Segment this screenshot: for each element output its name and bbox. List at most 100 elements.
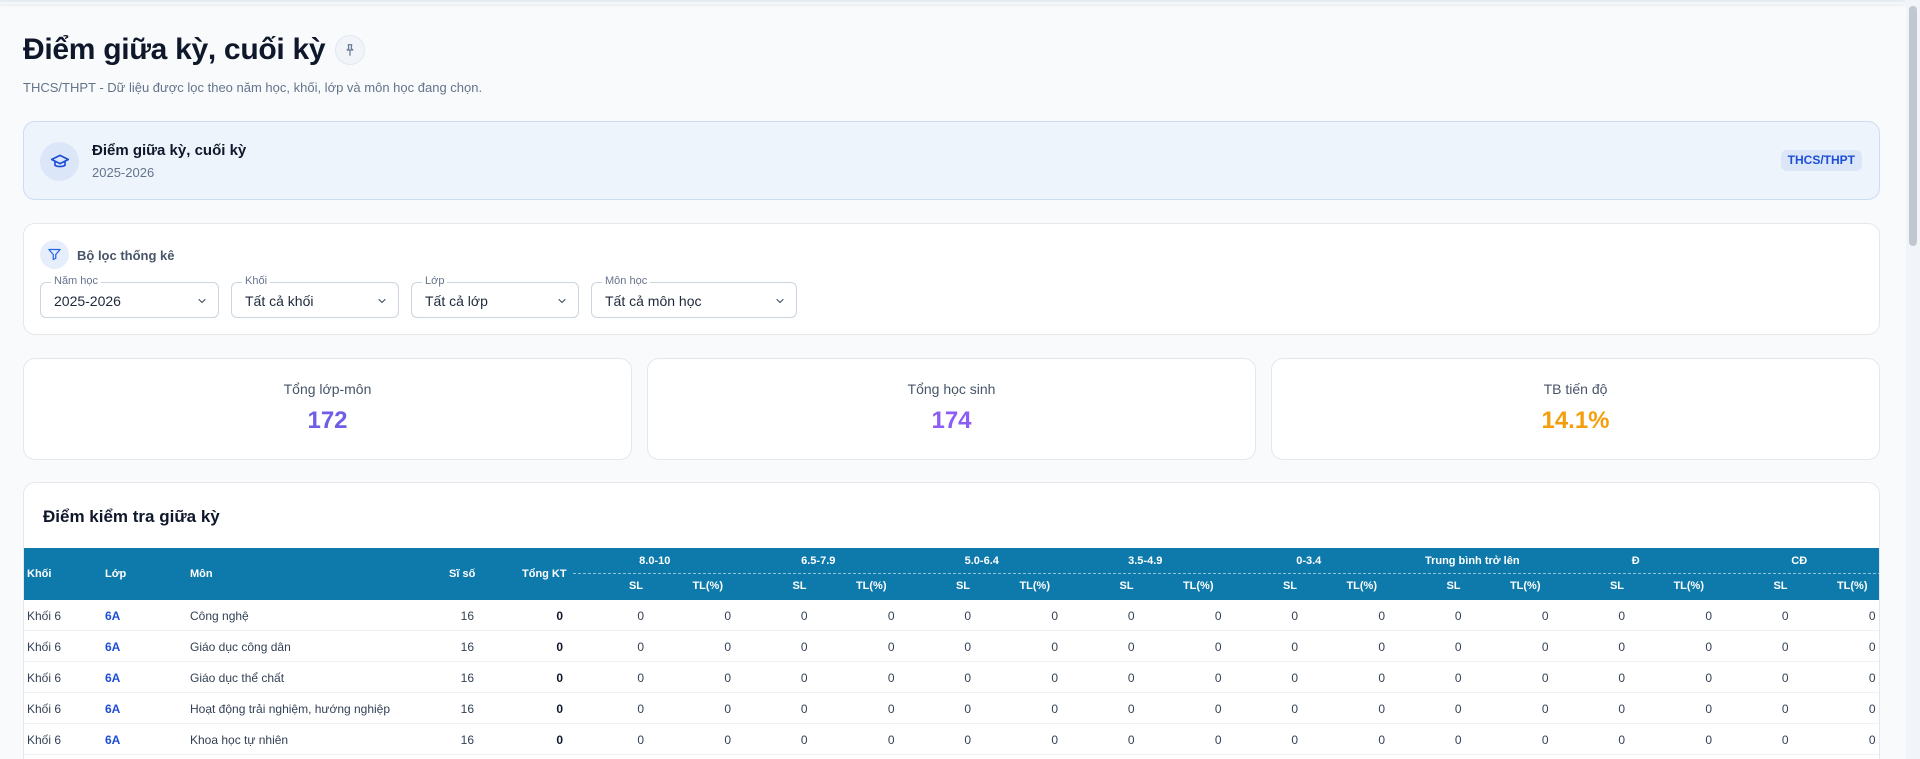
col-header-tl: TL(%): [1509, 580, 1541, 592]
graduation-cap-icon: [40, 142, 79, 181]
cell-sl: 0: [1781, 640, 1789, 654]
col-header-sl: SL: [1446, 580, 1461, 592]
cell-sl: 0: [1127, 733, 1135, 747]
cell-subject: Hoạt động trải nghiệm, hướng nghiệp: [190, 702, 391, 716]
cell-sl: 0: [637, 671, 644, 685]
cell-tl: 0: [1705, 733, 1712, 747]
cell-sl: 0: [800, 609, 808, 623]
cell-total: 0: [556, 640, 563, 654]
cell-sl: 0: [1127, 609, 1135, 623]
cell-tl: 0: [1051, 640, 1058, 654]
col-header-tl: TL(%): [1673, 580, 1704, 592]
context-year: 2025-2026: [92, 165, 155, 180]
cell-subject: Giáo dục công dân: [190, 640, 291, 654]
col-header-sl: SL: [1773, 580, 1788, 592]
cell-tl: 0: [1868, 609, 1876, 623]
scrollbar-thumb[interactable]: [1909, 6, 1917, 246]
cell-sl: 0: [1781, 671, 1789, 685]
class-label: Lớp: [422, 275, 448, 287]
cell-class-link[interactable]: 6A: [105, 702, 120, 716]
cell-tl: 0: [724, 702, 731, 716]
cell-tl: 0: [1868, 640, 1876, 654]
cell-tl: 0: [724, 609, 731, 623]
table-title: Điểm kiểm tra giữa kỳ: [43, 507, 220, 526]
cell-total: 0: [556, 733, 563, 747]
cell-tl: 0: [1541, 671, 1549, 685]
cell-sl: 0: [1291, 640, 1298, 654]
school-year-value: 2025-2026: [54, 293, 121, 309]
class-select[interactable]: Lớp Tất cả lớp: [411, 275, 579, 318]
cell-total: 0: [556, 702, 563, 716]
cell-tl: 0: [724, 733, 731, 747]
col-header-total[interactable]: Tổng KT: [522, 568, 567, 580]
stat-card-students: Tổng học sinh 174: [647, 358, 1256, 460]
pin-button[interactable]: [335, 35, 366, 65]
cell-grade: Khối 6: [27, 671, 62, 685]
stat-label: TB tiến độ: [1543, 381, 1608, 397]
cell-tl: 0: [1541, 609, 1549, 623]
pin-icon: [346, 44, 354, 56]
cell-sl: 0: [800, 702, 808, 716]
cell-sl: 0: [1618, 671, 1625, 685]
cell-class-link[interactable]: 6A: [105, 733, 120, 747]
cell-sl: 0: [1127, 671, 1135, 685]
col-header-tl: TL(%): [692, 580, 723, 592]
cell-sl: 0: [1454, 702, 1462, 716]
cell-tl: 0: [1378, 702, 1385, 716]
cell-sl: 0: [1291, 609, 1298, 623]
cell-total: 0: [556, 609, 563, 623]
cell-tl: 0: [724, 640, 731, 654]
school-year-select[interactable]: Năm học 2025-2026: [40, 275, 219, 318]
cell-class-link[interactable]: 6A: [105, 609, 120, 623]
cell-tl: 0: [1214, 733, 1222, 747]
filter-icon: [40, 240, 69, 269]
cell-sl: 0: [800, 671, 808, 685]
cell-sl: 0: [1618, 609, 1625, 623]
table-header: Khối Lớp Môn Sĩ số Tổng KT 8.0-10 SL TL(%)…: [24, 548, 1879, 600]
filter-title: Bộ lọc thống kê: [77, 248, 175, 263]
table-row: Khối 6 6A Công nghệ 16 0 0 0 0 0 0 0 0 0 0 0 0 0 0 0 0 0: [24, 600, 1879, 631]
col-header-size[interactable]: Sĩ số: [449, 568, 475, 580]
cell-tl: 0: [1051, 702, 1058, 716]
cell-tl: 0: [1541, 733, 1549, 747]
cell-tl: 0: [1214, 640, 1222, 654]
cell-size: 16: [460, 640, 474, 654]
class-value: Tất cả lớp: [425, 293, 488, 309]
cell-tl: 0: [1705, 609, 1712, 623]
cell-class-link[interactable]: 6A: [105, 640, 120, 654]
subject-select[interactable]: Môn học Tất cả môn học: [591, 275, 797, 318]
table-body: Khối 6 6A Công nghệ 16 0 0 0 0 0 0 0 0 0 0 0 0 0 0 0 0 0 Khối…: [24, 600, 1879, 755]
cell-sl: 0: [1127, 702, 1135, 716]
col-header-class[interactable]: Lớp: [105, 568, 126, 580]
cell-grade: Khối 6: [27, 733, 62, 747]
grade-select[interactable]: Khối Tất cả khối: [231, 275, 399, 318]
col-header-tl: TL(%): [855, 580, 887, 592]
cell-sl: 0: [637, 702, 644, 716]
cell-tl: 0: [887, 609, 895, 623]
cell-class-link[interactable]: 6A: [105, 671, 120, 685]
cell-subject: Công nghệ: [190, 609, 249, 623]
group-header: Đ: [1631, 555, 1640, 567]
cell-tl: 0: [1051, 671, 1058, 685]
cell-subject: Giáo dục thể chất: [190, 671, 285, 685]
table-row: Khối 6 6A Khoa học tự nhiên 16 0 0 0 0 0 0 0 0 0 0 0 0 0…: [24, 724, 1879, 755]
page-scrollbar[interactable]: [1906, 0, 1920, 759]
cell-grade: Khối 6: [27, 609, 62, 623]
cell-size: 16: [460, 702, 474, 716]
cell-sl: 0: [1781, 702, 1789, 716]
col-header-subject[interactable]: Môn: [190, 568, 213, 580]
context-title: Điểm giữa kỳ, cuối kỳ: [92, 142, 247, 159]
cell-sl: 0: [964, 671, 971, 685]
cell-tl: 0: [1378, 671, 1385, 685]
col-header-grade[interactable]: Khối: [27, 568, 51, 580]
cell-tl: 0: [1051, 609, 1058, 623]
cell-tl: 0: [724, 671, 731, 685]
col-header-sl: SL: [1282, 580, 1298, 592]
stat-label: Tổng lớp-môn: [283, 381, 372, 397]
col-header-sl: SL: [1119, 580, 1134, 592]
stat-value: 172: [307, 407, 348, 434]
cell-sl: 0: [637, 609, 644, 623]
group-header: 3.5-4.9: [1128, 555, 1163, 567]
grade-label: Khối: [242, 275, 271, 287]
group-header: 6.5-7.9: [801, 555, 836, 567]
